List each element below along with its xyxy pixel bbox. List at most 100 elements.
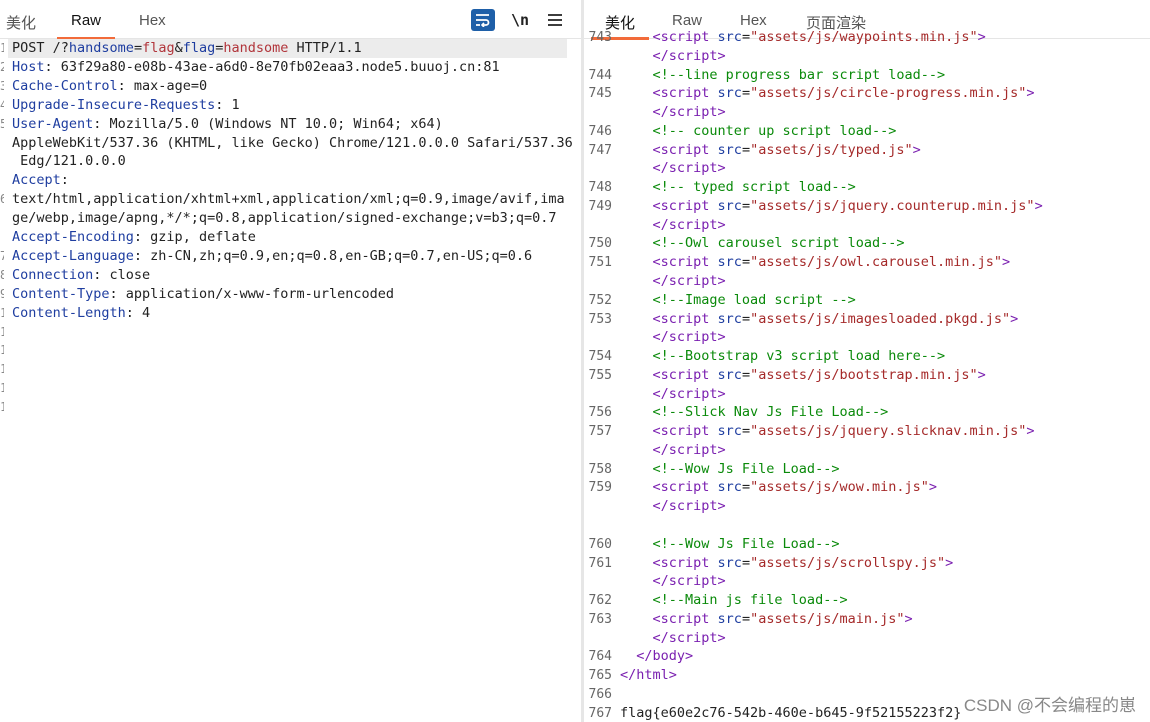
line-text: </script> [620, 441, 726, 460]
header-name: Cache-Control [12, 77, 118, 94]
header-value: : close [93, 266, 151, 283]
newline-toggle-button[interactable]: \n [508, 9, 532, 31]
request-line: 3 Cache-Control: max-age=0 [0, 77, 581, 96]
attr-equals: = [741, 197, 751, 214]
attr-equals: = [741, 254, 751, 271]
tag-end: > [1010, 310, 1019, 327]
line-text: POST /?handsome=flag&flag=handsome HTTP/… [12, 39, 362, 58]
line-text: <script src="assets/js/jquery.counterup.… [620, 197, 1043, 216]
response-line: </script> [584, 47, 1150, 66]
param-value: flag [142, 40, 175, 56]
wrap-lines-icon [476, 14, 490, 27]
line-text: Accept: [12, 171, 77, 190]
line-text: <script src="assets/js/typed.js"> [620, 141, 921, 160]
tag-close: </script> [620, 441, 726, 458]
response-line: 753 <script src="assets/js/imagesloaded.… [584, 310, 1150, 329]
attr-value: "assets/js/owl.carousel.min.js" [750, 254, 1003, 271]
attr-equals: = [741, 85, 751, 102]
html-comment: <!-- typed script load--> [620, 179, 856, 196]
header-value: : 4 [125, 304, 151, 321]
attr-equals: = [741, 554, 751, 571]
line-text: <!-- counter up script load--> [620, 122, 897, 141]
header-value-continued: text/html,application/xhtml+xml,applicat… [12, 191, 565, 208]
request-line: 12 [0, 341, 581, 360]
response-line: </script> [584, 497, 1150, 516]
tag-close: </script> [620, 573, 726, 590]
tag-open: <script [652, 610, 710, 627]
tag-close: </script> [620, 273, 726, 289]
line-text: <!-- typed script load--> [620, 178, 856, 197]
tag-close: </script> [620, 47, 726, 64]
tab-raw[interactable]: Raw [56, 12, 116, 40]
attr-name: src [709, 479, 742, 496]
tab-hex[interactable]: Hex [740, 12, 767, 29]
wrap-lines-button[interactable] [471, 9, 495, 31]
line-number: 15 [0, 400, 4, 415]
response-line: 744 <!--line progress bar script load--> [584, 66, 1150, 85]
tag-end: > [945, 554, 954, 571]
line-number: 1 [0, 41, 4, 55]
menu-button[interactable] [543, 9, 567, 31]
attr-value: "assets/js/bootstrap.min.js" [750, 366, 978, 383]
request-line: AppleWebKit/537.36 (KHTML, like Gecko) C… [0, 134, 581, 153]
tag-end: > [1026, 423, 1035, 440]
line-text: <script src="assets/js/main.js"> [620, 610, 913, 629]
header-value: : Mozilla/5.0 (Windows NT 10.0; Win64; x… [93, 115, 443, 132]
html-comment: <!--Image load script --> [620, 291, 856, 308]
response-line: 763 <script src="assets/js/main.js"> [584, 610, 1150, 629]
response-line: 750 <!--Owl carousel script load--> [584, 234, 1150, 253]
flag-text: flag{e60e2c76-542b-460e-b645-9f52155223f… [620, 704, 962, 721]
line-text: <!--line progress bar script load--> [620, 66, 946, 85]
attr-name: src [709, 141, 742, 158]
line-text: </script> [620, 328, 726, 347]
response-line: </script> [584, 216, 1150, 235]
tag-end: > [928, 479, 938, 496]
attr-name: src [709, 366, 742, 383]
response-line: </script> [584, 572, 1150, 591]
response-line: 745 <script src="assets/js/circle-progre… [584, 84, 1150, 103]
request-line: 6 text/html,application/xhtml+xml,applica… [0, 190, 581, 209]
line-number: 12 [0, 343, 4, 358]
line-number: 746 [588, 123, 612, 139]
response-line: </script> [584, 103, 1150, 122]
response-editor[interactable]: 743 <script src="assets/js/waypoints.min… [584, 29, 1150, 722]
param-name: handsome [68, 40, 134, 56]
response-line: 759 <script src="assets/js/wow.min.js"> [584, 478, 1150, 497]
response-line: </script> [584, 385, 1150, 404]
request-line: 1 POST /?handsome=flag&flag=handsome HTTP… [0, 39, 581, 58]
request-line: 11 [0, 323, 581, 342]
attr-equals: = [741, 310, 751, 327]
line-number: 747 [588, 142, 612, 158]
header-value: : max-age=0 [117, 77, 208, 94]
line-text: Accept-Language: zh-CN,zh;q=0.9,en;q=0.8… [12, 247, 532, 266]
line-text: <script src="assets/js/waypoints.min.js"… [620, 28, 986, 47]
line-number: 6 [0, 192, 4, 207]
line-text: ge/webp,image/apng,*/*;q=0.8,application… [12, 209, 557, 228]
header-name: Content-Length [12, 304, 126, 321]
line-text: </html> [620, 666, 677, 685]
line-number: 757 [588, 424, 612, 440]
line-text: <script src="assets/js/bootstrap.min.js"… [620, 366, 986, 385]
line-number: 760 [588, 536, 612, 552]
html-comment: <!--line progress bar script load--> [620, 66, 946, 83]
request-editor[interactable]: 1 POST /?handsome=flag&flag=handsome HTTP… [0, 38, 581, 722]
line-number: 756 [588, 405, 612, 421]
line-text: </body> [620, 647, 693, 666]
tag-end: > [1026, 85, 1035, 102]
param-name: flag [182, 40, 216, 56]
tab-pretty[interactable]: 美化 [6, 12, 36, 33]
request-line: 15 [0, 398, 581, 417]
line-number: 5 [0, 116, 4, 131]
attr-name: src [709, 423, 742, 440]
line-text: </script> [620, 629, 726, 648]
tag-close: </script> [620, 329, 726, 346]
response-pane: 美化 Raw Hex 页面渲染 743 <script src="assets/… [584, 0, 1150, 722]
tab-hex[interactable]: Hex [139, 12, 166, 29]
tag-open: <script [652, 197, 710, 214]
line-text: <script src="assets/js/circle-progress.m… [620, 84, 1035, 103]
tab-raw[interactable]: Raw [672, 12, 702, 29]
